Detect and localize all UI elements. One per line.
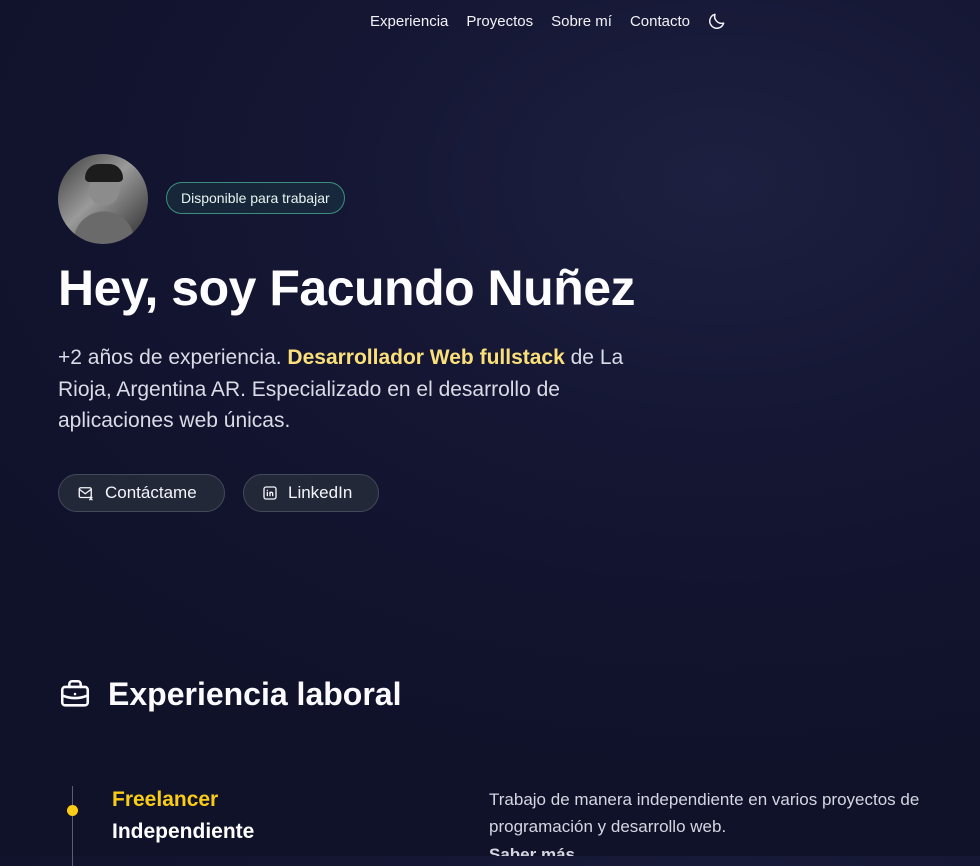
intro-text: +2 años de experiencia. Desarrollador We… bbox=[58, 342, 678, 437]
briefcase-icon bbox=[60, 679, 90, 707]
page-title: Hey, soy Facundo Nuñez bbox=[58, 260, 636, 316]
timeline-dot bbox=[67, 805, 78, 816]
job-more-link[interactable]: Saber más bbox=[489, 846, 609, 856]
intro-highlight: Desarrollador Web fullstack bbox=[287, 346, 565, 369]
timeline-line bbox=[72, 786, 73, 866]
intro-text-start: +2 años de experiencia. bbox=[58, 346, 288, 369]
top-nav: Experiencia Proyectos Sobre mí Contacto bbox=[370, 8, 728, 34]
contact-button-label: Contáctame bbox=[105, 483, 197, 502]
job-more-label: Saber más bbox=[489, 846, 575, 856]
contact-button[interactable]: Contáctame bbox=[58, 474, 225, 512]
avatar bbox=[58, 154, 148, 244]
nav-link-experiencia[interactable]: Experiencia bbox=[370, 13, 448, 30]
nav-link-contacto[interactable]: Contacto bbox=[630, 13, 690, 30]
nav-link-sobre-mi[interactable]: Sobre mí bbox=[551, 13, 612, 30]
avatar-hair bbox=[85, 164, 123, 182]
nav-link-proyectos[interactable]: Proyectos bbox=[466, 13, 533, 30]
theme-toggle-button[interactable] bbox=[706, 10, 728, 32]
experience-section-label: Experiencia laboral bbox=[108, 675, 402, 712]
moon-icon bbox=[709, 13, 725, 29]
job-company: Independiente bbox=[112, 820, 255, 843]
job-description: Trabajo de manera independiente en vario… bbox=[489, 790, 920, 836]
linkedin-icon bbox=[263, 486, 277, 500]
job-title: Freelancer bbox=[112, 788, 219, 811]
linkedin-button-label: LinkedIn bbox=[288, 483, 353, 502]
availability-badge: Disponible para trabajar bbox=[166, 182, 345, 214]
experience-section-title: Experiencia laboral bbox=[58, 672, 401, 716]
mail-icon bbox=[78, 487, 93, 501]
linkedin-button[interactable]: LinkedIn bbox=[243, 474, 379, 512]
